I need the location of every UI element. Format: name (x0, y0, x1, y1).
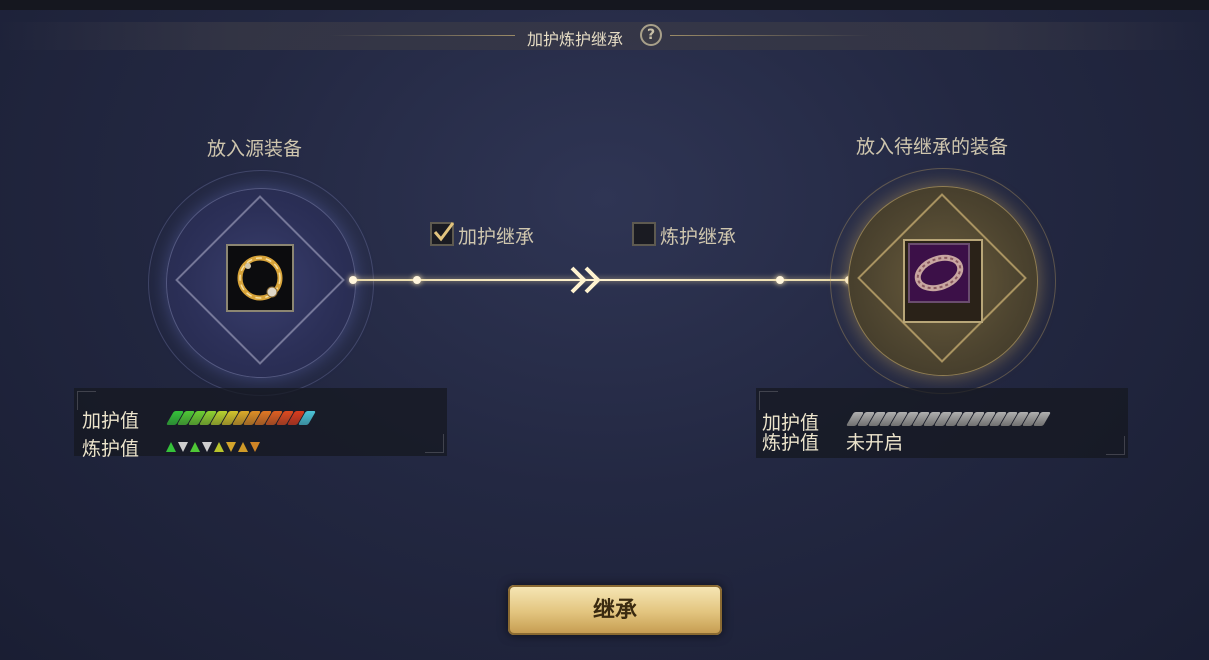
title-line-right (670, 35, 870, 36)
target-slot-title: 放入待继承的装备 (856, 136, 1009, 158)
page-title: 加护炼护继承 (527, 30, 624, 49)
lianhu-triangle (238, 442, 248, 452)
target-jiahu-bar (845, 412, 1052, 426)
panel-corner-ornament (425, 434, 444, 453)
help-icon[interactable]: ? (640, 24, 662, 46)
source-lianhu-bar (166, 442, 260, 452)
lianhu-inherit-label: 炼护继承 (660, 226, 737, 248)
target-item-slot[interactable] (908, 243, 970, 303)
target-lianhu-value: 未开启 (846, 432, 904, 454)
target-lianhu-label: 炼护值 (762, 432, 820, 454)
lianhu-triangle (166, 442, 176, 452)
lianhu-triangle (250, 442, 260, 452)
lianhu-triangle (190, 442, 200, 452)
ring-icon (237, 255, 283, 301)
connector-dot (776, 276, 784, 284)
source-lianhu-label: 炼护值 (82, 438, 140, 460)
source-jiahu-bar (165, 411, 317, 425)
lianhu-triangle (214, 442, 224, 452)
source-item-slot[interactable] (226, 244, 294, 312)
jiahu-inherit-checkbox[interactable] (430, 222, 454, 246)
source-slot-title: 放入源装备 (207, 138, 303, 160)
connector-dot (349, 276, 357, 284)
connector-dot (413, 276, 421, 284)
inherit-button[interactable]: 继承 (508, 585, 722, 635)
bracelet-icon (914, 254, 964, 292)
double-chevron-right-icon (570, 266, 601, 294)
lianhu-triangle (178, 442, 188, 452)
source-jiahu-label: 加护值 (82, 410, 140, 432)
title-line-left (330, 35, 515, 36)
lianhu-inherit-checkbox[interactable] (632, 222, 656, 246)
top-bar (0, 0, 1209, 10)
lianhu-triangle (202, 442, 212, 452)
checkmark-icon (433, 222, 454, 242)
lianhu-triangle (226, 442, 236, 452)
jiahu-inherit-label: 加护继承 (458, 226, 535, 248)
panel-corner-ornament (1106, 436, 1125, 455)
